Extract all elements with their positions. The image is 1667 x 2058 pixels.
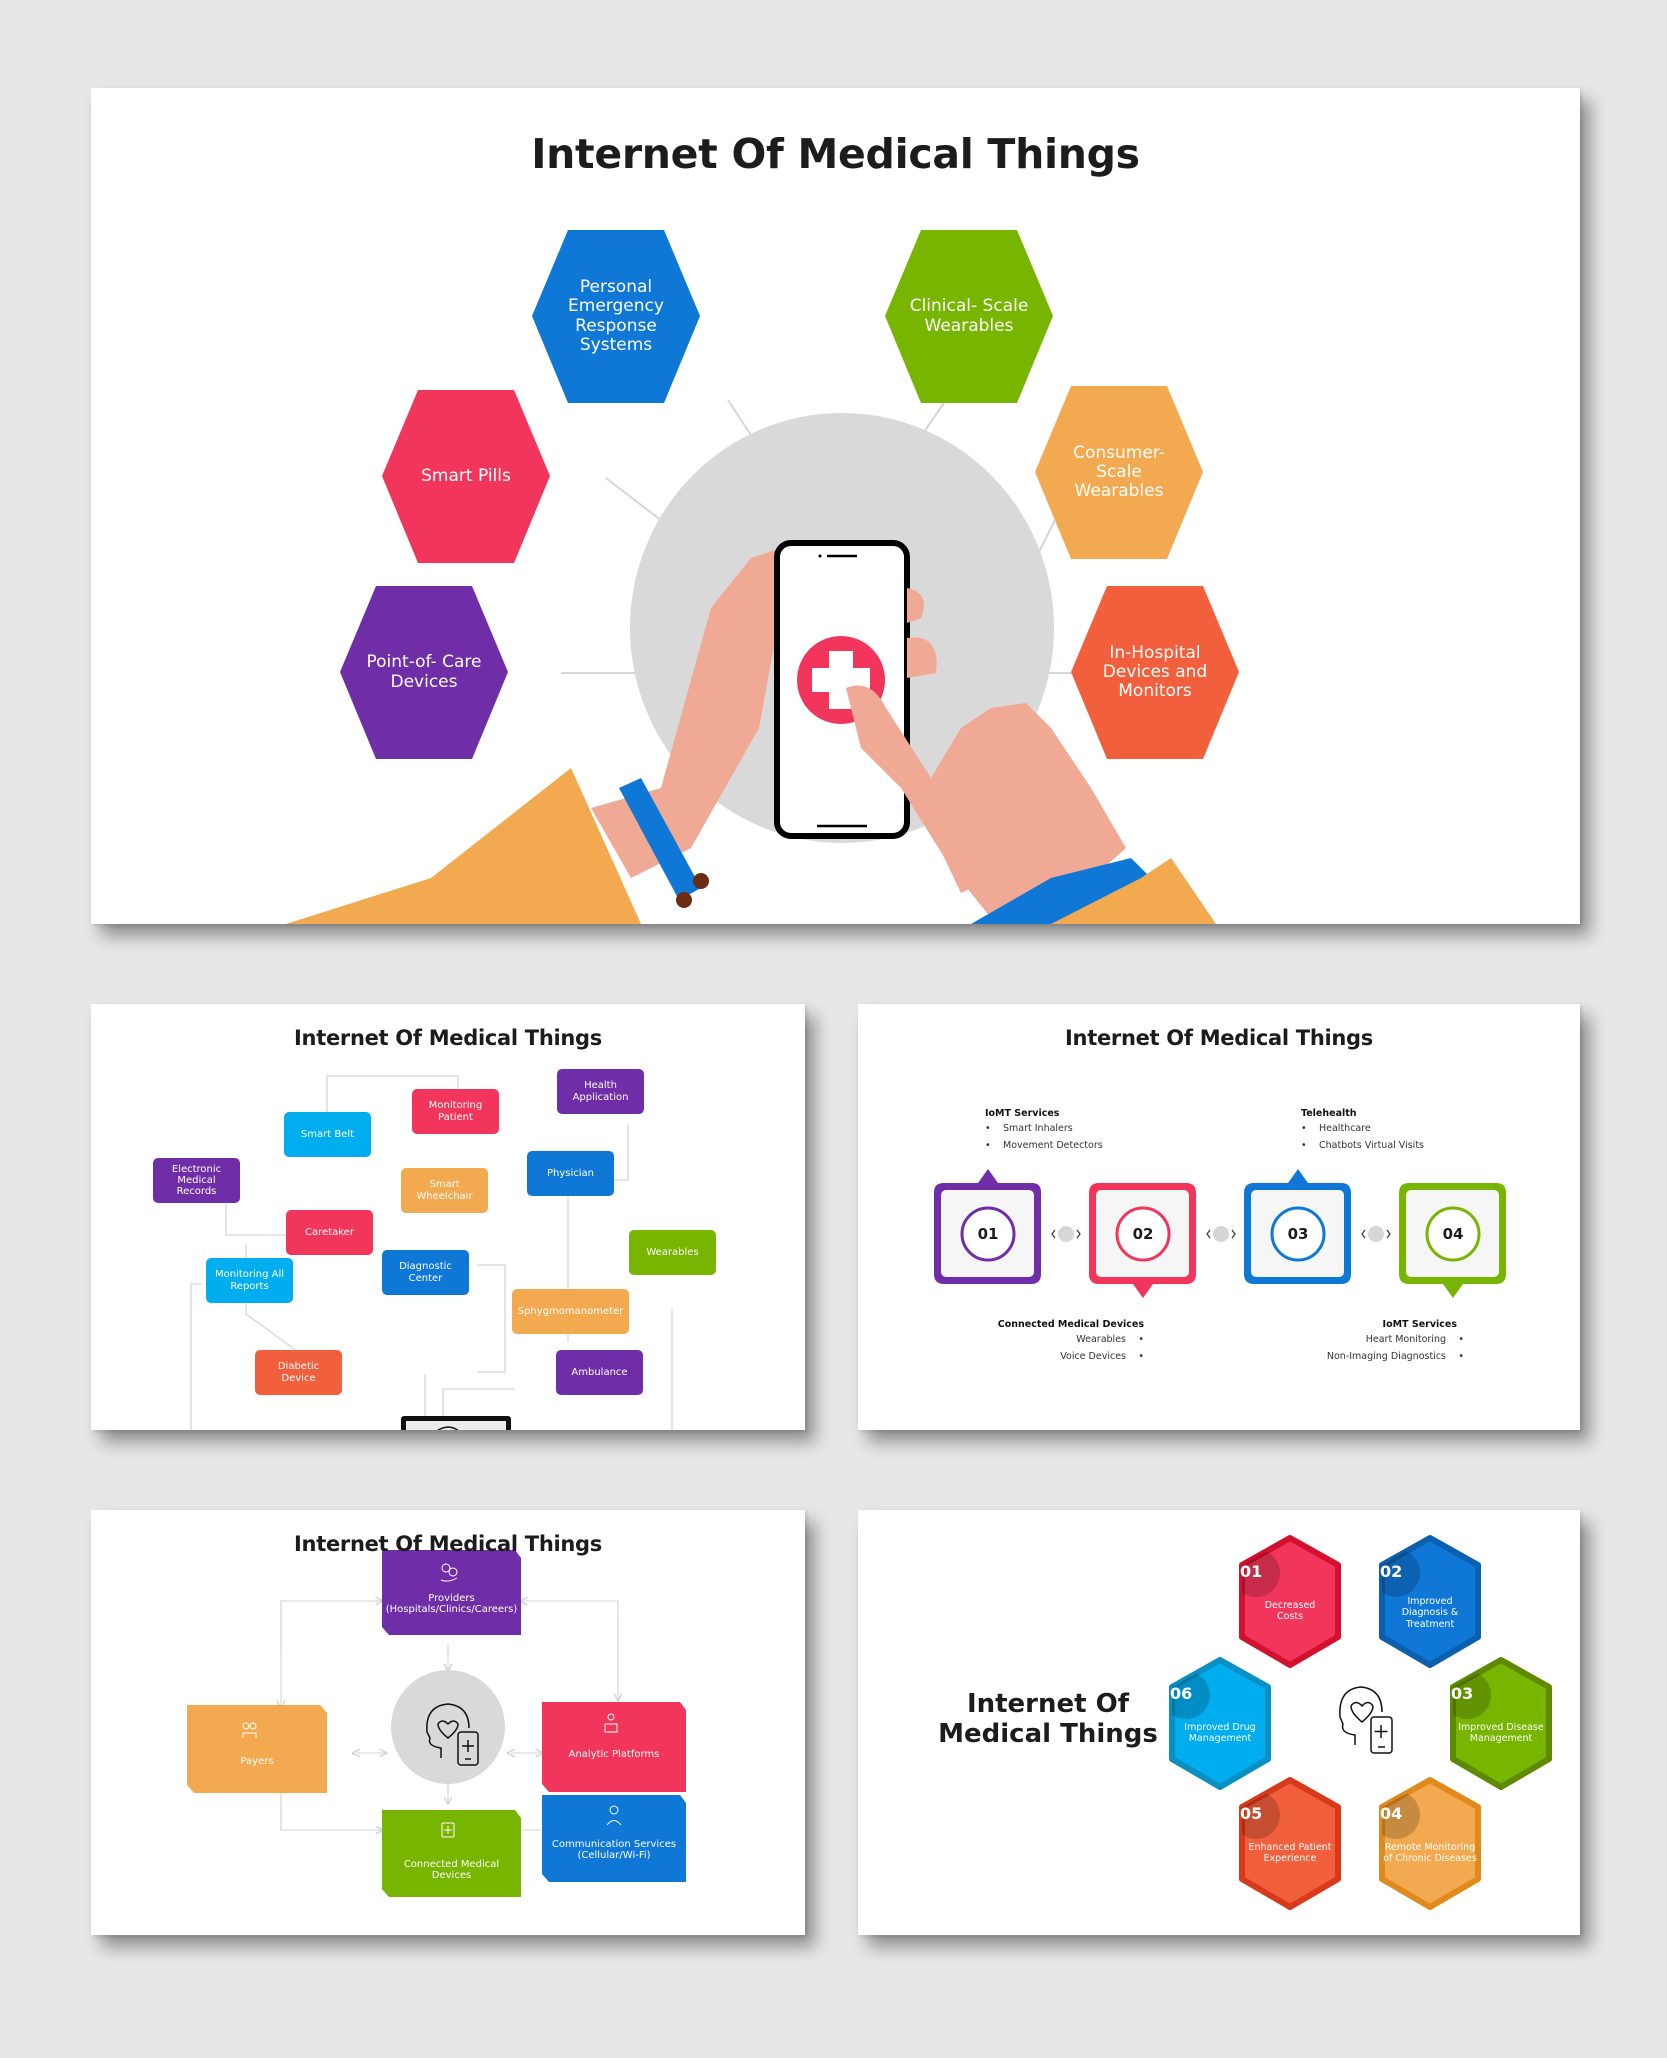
node-label: Health Application <box>572 1080 629 1103</box>
hexagon-label-personal-emergency: Personal Emergency Response Systems <box>568 277 664 355</box>
connector-line <box>671 1309 673 1430</box>
hexagon-label-smart-pills: Smart Pills <box>421 465 511 486</box>
benefit-number: 05 <box>1240 1804 1263 1823</box>
note-list: Smart Inhalers Movement Detectors <box>985 1120 1103 1154</box>
benefit-label: Remote Monitoring of Chronic Diseases <box>1383 1842 1477 1865</box>
slide-3-process-steps[interactable]: Internet Of Medical Things 01 02 03 04 I… <box>858 1004 1580 1430</box>
benefit-label: Enhanced Patient Experience <box>1248 1842 1332 1865</box>
note-item: Voice Devices <box>958 1348 1144 1365</box>
benefit-number: 01 <box>1240 1562 1263 1581</box>
slide-5-title: Internet Of Medical Things <box>938 1689 1158 1749</box>
node-label: Wearables <box>646 1246 699 1258</box>
note-item: Movement Detectors <box>985 1137 1103 1154</box>
node-label: Ambulance <box>571 1366 628 1378</box>
benefit-label: Improved Disease Management <box>1458 1722 1544 1745</box>
hexagon-label-in-hospital: In-Hospital Devices and Monitors <box>1102 642 1208 702</box>
slide-2-canvas <box>153 1069 716 1430</box>
slide-4-ecosystem-cycle[interactable]: Internet Of Medical Things Providers (Ho… <box>91 1510 805 1935</box>
center-circle <box>391 1670 505 1784</box>
connector-dot <box>1368 1226 1384 1242</box>
note-item: Non-Imaging Diagnostics <box>1258 1348 1464 1365</box>
connector-line <box>477 1264 506 1373</box>
arrow <box>521 1601 619 1703</box>
hexagon-label-consumer-wearables: Consumer- Scale Wearables <box>1073 442 1165 502</box>
arrow <box>280 1601 382 1650</box>
connector-dot <box>1058 1226 1074 1242</box>
benefit-label: Improved Diagnosis & Treatment <box>1401 1596 1459 1630</box>
chevron-right-icon <box>1231 1229 1236 1239</box>
chevron-left-icon <box>1206 1229 1211 1239</box>
note-heading: Telehealth <box>1301 1108 1357 1119</box>
hexagon-label-clinical-wearables: Clinical- Scale Wearables <box>909 296 1029 336</box>
slide-2-network-map[interactable]: Internet Of Medical Things Smart Belt Mo… <box>91 1004 805 1430</box>
hexagon-label-point-of-care: Point-of- Care Devices <box>366 652 482 692</box>
benefit-number: 02 <box>1380 1562 1403 1581</box>
node-label: Smart Wheelchair <box>416 1179 473 1202</box>
node-label: Diabetic Device <box>277 1361 320 1384</box>
benefit-number: 06 <box>1170 1684 1193 1703</box>
step-number: 02 <box>1132 1225 1154 1243</box>
node-label: Diagnostic Center <box>399 1261 452 1284</box>
box-label: Payers <box>240 1756 274 1768</box>
node-label: Smart Belt <box>300 1128 355 1140</box>
note-item: Wearables <box>958 1331 1144 1348</box>
laptop-icon <box>401 1416 511 1430</box>
chevron-left-icon <box>1051 1229 1056 1239</box>
connector-dot <box>1213 1226 1229 1242</box>
step-number: 03 <box>1287 1225 1309 1243</box>
benefit-number: 03 <box>1451 1684 1474 1703</box>
node-label: Monitoring Patient <box>428 1100 483 1123</box>
slide-5-benefits-hexagons[interactable]: Internet Of Medical Things 01 Decreased … <box>858 1510 1580 1935</box>
chevron-right-icon <box>1386 1229 1391 1239</box>
node-label: Sphygmomanometer <box>517 1305 624 1317</box>
note-list: Healthcare Chatbots Virtual Visits <box>1301 1120 1424 1154</box>
benefit-label: Improved Drug Management <box>1184 1722 1256 1745</box>
note-item: Chatbots Virtual Visits <box>1301 1137 1424 1154</box>
box-label: Analytic Platforms <box>568 1749 660 1761</box>
chevron-right-icon <box>1076 1229 1081 1239</box>
phone-illustration <box>774 540 910 839</box>
slide-1-hexagon-overview[interactable]: Internet Of Medical Things Personal Emer… <box>91 88 1580 924</box>
note-heading: IoMT Services <box>1382 1319 1457 1330</box>
node-label: Monitoring All Reports <box>214 1269 285 1292</box>
note-list: Wearables Voice Devices <box>958 1331 1144 1365</box>
box-label: Providers (Hospitals/Clinics/Careers) <box>385 1592 518 1615</box>
slide-4-title: Internet Of Medical Things <box>294 1532 602 1556</box>
benefit-number: 04 <box>1380 1804 1403 1823</box>
benefit-label: Decreased Costs <box>1264 1600 1316 1623</box>
chevron-left-icon <box>1361 1229 1366 1239</box>
note-item: Heart Monitoring <box>1258 1331 1464 1348</box>
box-label: Connected Medical Devices <box>403 1858 500 1881</box>
slide-1-title: Internet Of Medical Things <box>531 130 1140 178</box>
slide-2-title: Internet Of Medical Things <box>294 1026 602 1050</box>
node-label: Caretaker <box>305 1226 354 1238</box>
connector-line <box>225 1204 289 1236</box>
note-item: Smart Inhalers <box>985 1120 1103 1137</box>
step-number: 04 <box>1442 1225 1464 1243</box>
note-list: Heart Monitoring Non-Imaging Diagnostics <box>1258 1331 1464 1365</box>
slide-1-canvas <box>286 230 1239 924</box>
note-heading: Connected Medical Devices <box>997 1319 1144 1330</box>
note-heading: IoMT Services <box>985 1108 1060 1119</box>
node-label: Physician <box>546 1167 595 1179</box>
node-label: Electronic Medical Records <box>171 1163 222 1198</box>
step-number: 01 <box>977 1225 999 1243</box>
slide-3-title: Internet Of Medical Things <box>1065 1026 1373 1050</box>
head-heart-phone-icon <box>1339 1686 1393 1754</box>
box-label: Communication Services (Cellular/Wi-Fi) <box>551 1838 677 1861</box>
note-item: Healthcare <box>1301 1120 1424 1137</box>
